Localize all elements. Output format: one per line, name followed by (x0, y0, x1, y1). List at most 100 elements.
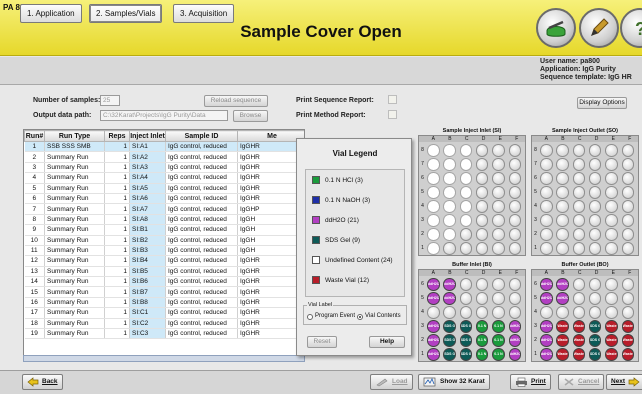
table-row[interactable]: 18 Summary Run 1 SI:C2 IgG control, reduced I… (24, 318, 304, 330)
vial-well[interactable] (427, 200, 440, 213)
table-cell[interactable]: 1 (104, 266, 130, 278)
table-cell[interactable]: 12 (24, 255, 45, 267)
table-cell[interactable]: SI:B4 (129, 255, 166, 267)
vial-well[interactable] (492, 158, 505, 171)
table-cell[interactable]: Summary Run (44, 255, 105, 267)
table-cell[interactable]: 1 (104, 255, 130, 267)
vial-well[interactable] (459, 200, 473, 213)
vial-well[interactable] (556, 158, 569, 171)
table-row[interactable]: 15 Summary Run 1 SI:B7 IgG control, reduced I… (24, 286, 304, 298)
vial-well[interactable] (427, 242, 440, 255)
vial-well[interactable] (540, 200, 553, 213)
table-cell[interactable]: Summary Run (44, 172, 105, 184)
table-cell[interactable]: SI:A1 (129, 141, 166, 153)
table-cell[interactable]: 1 (104, 162, 130, 174)
vial-well[interactable]: 0.1 N (492, 334, 505, 347)
vial-well[interactable] (621, 292, 634, 305)
sample-cover-button[interactable] (536, 8, 576, 48)
vial-well[interactable] (588, 292, 602, 305)
vial-well[interactable] (443, 158, 456, 171)
vial-well[interactable] (605, 306, 618, 319)
vial-well[interactable] (588, 186, 602, 199)
vial-well[interactable] (556, 306, 569, 319)
table-cell[interactable]: Summary Run (44, 203, 105, 215)
vial-well[interactable]: 0.1 N (475, 334, 489, 347)
vial-well[interactable] (556, 228, 569, 241)
table-cell[interactable]: Summary Run (44, 318, 105, 330)
vial-well[interactable] (475, 306, 489, 319)
table-cell[interactable]: Summary Run (44, 266, 105, 278)
vial-well[interactable] (508, 306, 521, 319)
table-cell[interactable]: 15 (24, 286, 45, 298)
vial-well[interactable] (475, 186, 489, 199)
col-header-reps[interactable]: Reps (104, 130, 130, 142)
vial-well[interactable] (492, 214, 505, 227)
vial-well[interactable]: ddH2O (540, 348, 553, 361)
vial-well[interactable]: ddH2O (427, 292, 440, 305)
vial-well[interactable] (588, 278, 602, 291)
table-cell[interactable]: IgGHP (237, 203, 304, 215)
table-cell[interactable]: 3 (24, 162, 45, 174)
table-cell[interactable]: 18 (24, 318, 45, 330)
vial-well[interactable] (572, 228, 586, 241)
vial-well[interactable] (443, 306, 456, 319)
vial-well[interactable]: SDS Gel (443, 334, 456, 347)
vial-well[interactable] (492, 278, 505, 291)
vial-well[interactable] (492, 228, 505, 241)
table-row[interactable]: 13 Summary Run 1 SI:B5 IgG control, reduced I… (24, 266, 304, 278)
table-cell[interactable]: IgGH (237, 235, 304, 246)
table-cell[interactable]: SI:A7 (129, 203, 166, 215)
table-cell[interactable]: IgGH (237, 214, 304, 226)
vial-well[interactable]: SDS Gel (459, 334, 473, 347)
tab-samples-vials[interactable]: 2. Samples/Vials (89, 4, 163, 23)
vial-well[interactable] (508, 186, 521, 199)
table-cell[interactable]: IgGH (237, 224, 304, 236)
table-cell[interactable]: 1 (104, 224, 130, 236)
table-cell[interactable]: Summary Run (44, 307, 105, 319)
table-cell[interactable]: 17 (24, 307, 45, 319)
table-cell[interactable]: SI:A2 (129, 151, 166, 163)
table-cell[interactable]: Summary Run (44, 245, 105, 257)
vial-well[interactable]: Waste (556, 348, 569, 361)
vial-well[interactable] (540, 242, 553, 255)
vial-well[interactable] (459, 228, 473, 241)
vial-well[interactable] (588, 158, 602, 171)
table-cell[interactable]: 7 (24, 203, 45, 215)
table-cell[interactable]: 16 (24, 297, 45, 309)
vial-well[interactable] (572, 144, 586, 157)
table-cell[interactable]: 1 (104, 328, 130, 340)
table-row[interactable]: 1 SSB SSS SMB 1 SI:A1 IgG control, reduced Ig… (24, 141, 304, 153)
table-cell[interactable]: IgG control, reduced (165, 328, 238, 340)
table-row[interactable]: 11 Summary Run 1 SI:B3 IgG control, reduced I… (24, 245, 304, 257)
edit-button[interactable] (579, 8, 619, 48)
vial-well[interactable] (621, 158, 634, 171)
vial-well[interactable] (621, 278, 634, 291)
vial-well[interactable] (492, 144, 505, 157)
vial-well[interactable] (459, 242, 473, 255)
table-cell[interactable]: IgGHR (237, 307, 304, 319)
table-cell[interactable]: IgG control, reduced (165, 318, 238, 330)
vial-well[interactable] (508, 292, 521, 305)
vial-well[interactable] (427, 172, 440, 185)
print-sequence-checkbox[interactable] (388, 95, 397, 104)
table-horizontal-scrollbar[interactable] (23, 355, 305, 362)
vial-well[interactable] (443, 228, 456, 241)
table-row[interactable]: 8 Summary Run 1 SI:A8 IgG control, reduced Ig… (24, 214, 304, 226)
vial-well[interactable] (572, 278, 586, 291)
table-cell[interactable]: 5 (24, 183, 45, 194)
table-row[interactable]: 7 Summary Run 1 SI:A7 IgG control, reduced Ig… (24, 203, 304, 215)
vial-well[interactable] (459, 306, 473, 319)
vial-well[interactable] (508, 200, 521, 213)
vial-well[interactable]: 0.1 N (475, 348, 489, 361)
table-cell[interactable]: IgG control, reduced (165, 162, 238, 174)
vial-well[interactable]: ddH2O (427, 334, 440, 347)
table-cell[interactable]: 1 (104, 151, 130, 163)
vial-well[interactable] (492, 186, 505, 199)
vial-well[interactable] (588, 306, 602, 319)
vial-well[interactable] (475, 278, 489, 291)
vial-well[interactable]: Waste (605, 348, 618, 361)
vial-well[interactable] (621, 186, 634, 199)
table-cell[interactable]: IgGHR (237, 183, 304, 194)
vial-well[interactable]: Waste (572, 348, 586, 361)
vial-well[interactable] (605, 158, 618, 171)
